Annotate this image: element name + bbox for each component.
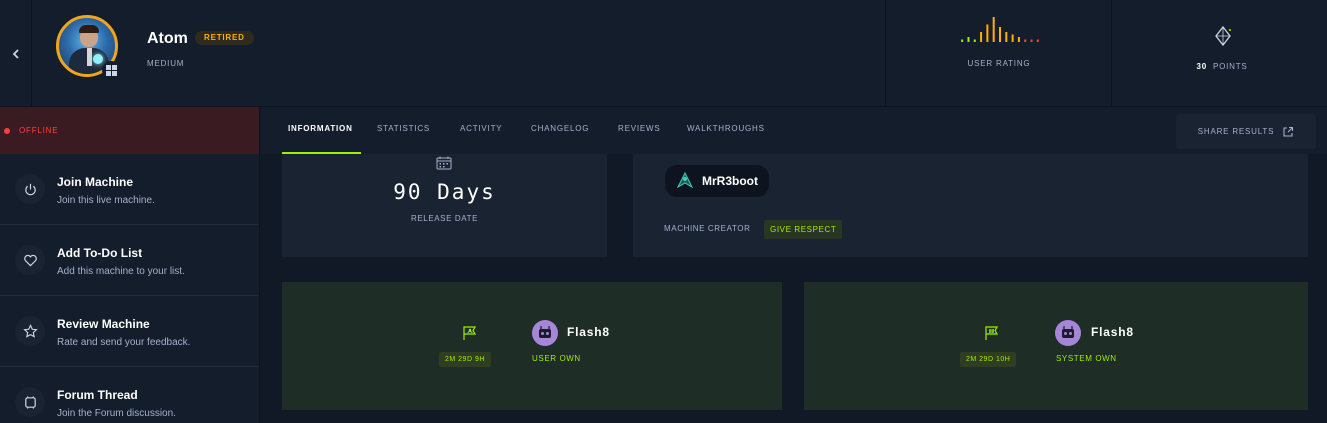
chevron-left-icon (12, 48, 19, 59)
star-icon (15, 316, 45, 346)
status-badge: RETIRED (195, 31, 254, 45)
release-date-card: 90 Days RELEASE DATE (282, 154, 607, 257)
machine-header: Atom RETIRED MEDIUM USER RATING 30 POINTS (0, 0, 1327, 107)
diamond-icon (1215, 26, 1231, 46)
sidebar-item-title: Forum Thread (57, 388, 138, 402)
system-blood-username[interactable]: Flash8 (1091, 325, 1134, 339)
tab-activity[interactable]: ACTIVITY (460, 107, 502, 154)
user-flag-icon (463, 326, 477, 340)
rating-bar (1036, 39, 1039, 42)
calendar-icon (436, 156, 452, 170)
machine-creator-card: MrR3boot MACHINE CREATOR GIVE RESPECT (633, 154, 1308, 257)
share-results-label: SHARE RESULTS (1197, 127, 1275, 136)
release-label: RELEASE DATE (410, 214, 479, 223)
rating-bar (1005, 32, 1008, 42)
rating-bar (967, 37, 970, 42)
avatar[interactable] (532, 320, 558, 346)
user-rating: USER RATING (885, 0, 1111, 107)
difficulty-label: MEDIUM (147, 59, 185, 68)
status-dot (4, 127, 10, 134)
rating-bar (992, 17, 995, 42)
sidebar: OFFLINE Join Machine Join this live mach… (0, 107, 260, 423)
sidebar-item-review-machine[interactable]: Review Machine Rate and send your feedba… (0, 296, 259, 367)
machine-status: OFFLINE (0, 107, 259, 154)
creator-label: MACHINE CREATOR (664, 224, 751, 233)
power-icon (15, 174, 45, 204)
release-value: 90 Days (393, 180, 496, 204)
tab-walkthroughs[interactable]: WALKTHROUGHS (687, 107, 765, 154)
sidebar-item-add-todo[interactable]: Add To-Do List Add this machine to your … (0, 225, 259, 296)
avatar[interactable] (1055, 320, 1081, 346)
windows-icon (102, 61, 120, 79)
system-blood-type: SYSTEM OWN (1056, 354, 1117, 363)
forum-icon (15, 387, 45, 417)
rating-bar (973, 39, 976, 42)
user-rating-chart (961, 17, 1039, 42)
rating-bar (1024, 39, 1027, 42)
user-blood-username[interactable]: Flash8 (567, 325, 610, 339)
user-blood-card: 2M 29D 9H Flash8 USER OWN (282, 282, 782, 410)
give-respect-button[interactable]: GIVE RESPECT (764, 220, 843, 239)
creator-name: MrR3boot (702, 174, 758, 188)
status-text: OFFLINE (19, 126, 59, 135)
sidebar-item-title: Join Machine (57, 175, 134, 189)
sidebar-item-subtitle: Rate and send your feedback. (57, 337, 191, 348)
rating-bar (986, 24, 989, 42)
creator-profile-link[interactable]: MrR3boot (665, 165, 769, 197)
sidebar-item-subtitle: Join the Forum discussion. (57, 408, 176, 419)
user-blood-time: 2M 29D 9H (439, 352, 491, 367)
points-value: 30 POINTS (1196, 62, 1248, 71)
creator-avatar-icon (676, 172, 694, 189)
tab-statistics[interactable]: STATISTICS (377, 107, 430, 154)
machine-avatar (56, 15, 120, 79)
external-link-icon (1283, 126, 1294, 137)
rating-bar (1030, 39, 1033, 42)
system-flag-icon (985, 326, 999, 340)
user-blood-type: USER OWN (532, 354, 581, 363)
sidebar-item-title: Review Machine (57, 317, 150, 331)
share-results-button[interactable]: SHARE RESULTS (1176, 114, 1316, 149)
back-button[interactable] (0, 0, 32, 107)
user-rating-label: USER RATING (967, 59, 1031, 68)
rating-bar (980, 32, 983, 42)
tab-changelog[interactable]: CHANGELOG (531, 107, 589, 154)
rating-bar (1017, 37, 1020, 42)
sidebar-item-subtitle: Join this live machine. (57, 195, 155, 206)
sidebar-item-title: Add To-Do List (57, 246, 143, 260)
machine-name: Atom (147, 30, 188, 47)
tab-information[interactable]: INFORMATION (288, 107, 353, 154)
tab-bar: INFORMATION STATISTICS ACTIVITY CHANGELO… (261, 107, 1327, 154)
sidebar-item-subtitle: Add this machine to your list. (57, 266, 185, 277)
heart-icon (15, 245, 45, 275)
rating-bar (999, 27, 1001, 42)
tab-reviews[interactable]: REVIEWS (618, 107, 661, 154)
points: 30 POINTS (1111, 0, 1327, 107)
sidebar-item-join-machine[interactable]: Join Machine Join this live machine. (0, 154, 259, 225)
system-blood-time: 2M 29D 10H (960, 352, 1017, 367)
rating-bar (1011, 34, 1014, 42)
rating-bar (961, 39, 964, 42)
sidebar-item-forum-thread[interactable]: Forum Thread Join the Forum discussion. (0, 367, 259, 423)
system-blood-card: 2M 29D 10H Flash8 SYSTEM OWN (804, 282, 1308, 410)
